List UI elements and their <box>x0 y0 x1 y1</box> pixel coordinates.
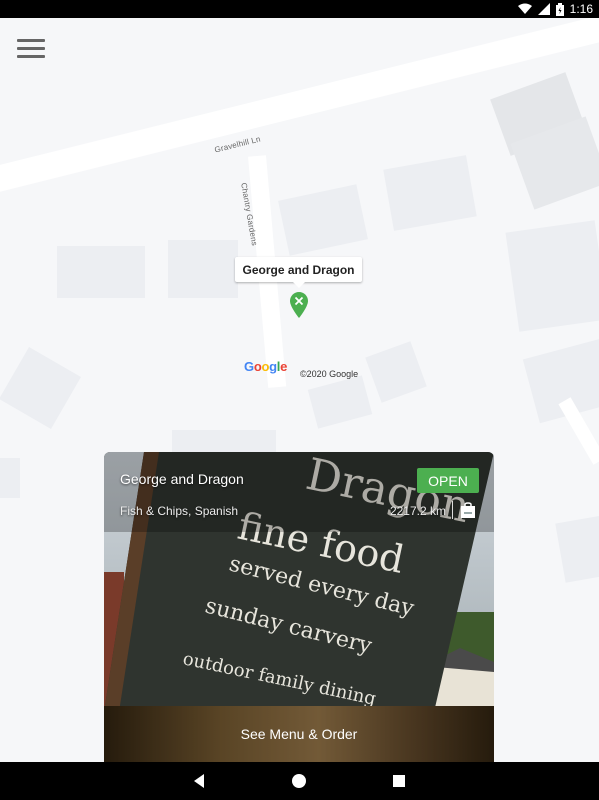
map-copyright: ©2020 Google <box>300 369 359 379</box>
see-menu-order-label: See Menu & Order <box>240 726 358 742</box>
map-building <box>0 458 20 498</box>
system-nav-bar <box>0 762 599 800</box>
status-bar: 1:16 <box>0 0 599 18</box>
cuisine-label: Fish & Chips, Spanish <box>120 504 239 518</box>
wifi-icon <box>517 3 532 14</box>
divider <box>452 501 453 519</box>
map-building <box>505 220 599 332</box>
map-building <box>278 184 368 256</box>
see-menu-order-button[interactable]: See Menu & Order <box>104 706 494 762</box>
back-icon[interactable] <box>189 771 209 791</box>
battery-icon <box>555 2 564 16</box>
status-time: 1:16 <box>569 2 593 16</box>
road-label-gravelhill: Gravelhill Ln <box>213 134 262 155</box>
google-logo: Google <box>244 359 288 374</box>
map-building <box>555 513 599 583</box>
hamburger-menu-icon <box>17 39 45 42</box>
recents-icon[interactable] <box>389 771 409 791</box>
map-building <box>0 347 81 429</box>
distance-label: 2217.2 km <box>389 504 446 518</box>
map-building <box>522 338 599 424</box>
map-building <box>168 240 238 298</box>
shopping-bag-icon <box>461 502 475 518</box>
open-status-badge: OPEN <box>417 468 479 493</box>
hamburger-menu-line <box>17 47 45 50</box>
signal-icon <box>537 3 550 15</box>
marker-label[interactable]: George and Dragon <box>235 257 362 288</box>
restaurant-name: George and Dragon <box>120 471 244 487</box>
restaurant-card[interactable]: Dragon fine food served every day sunday… <box>104 452 494 762</box>
hamburger-menu-line <box>17 55 45 58</box>
home-icon[interactable] <box>289 771 309 791</box>
map-building <box>383 155 477 231</box>
map-pin-icon[interactable] <box>290 292 308 318</box>
menu-button[interactable] <box>17 37 45 61</box>
map-building <box>307 375 373 429</box>
map-building <box>365 341 427 403</box>
map-building <box>57 246 145 298</box>
